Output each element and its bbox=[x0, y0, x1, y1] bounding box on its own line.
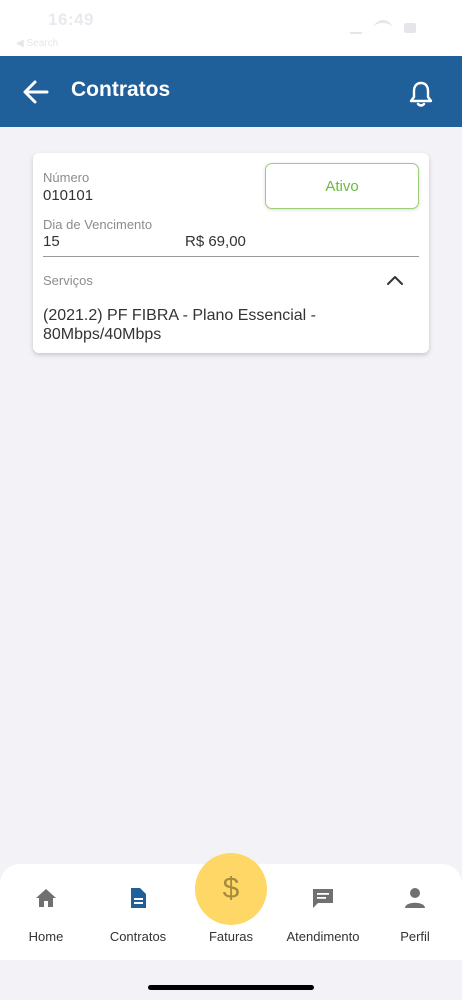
person-icon bbox=[405, 888, 425, 908]
nav-home[interactable]: Home bbox=[0, 864, 92, 960]
app-header: Contratos bbox=[0, 56, 462, 127]
status-button[interactable]: Ativo bbox=[265, 163, 419, 209]
faturas-button[interactable]: $ bbox=[195, 853, 267, 925]
services-label: Serviços bbox=[43, 273, 93, 288]
nav-label-faturas: Faturas bbox=[208, 929, 254, 944]
chevron-up-icon[interactable] bbox=[385, 272, 405, 288]
number-label: Número bbox=[43, 170, 90, 185]
due-day-value: 15 bbox=[43, 233, 60, 250]
battery-icon bbox=[404, 22, 416, 33]
status-time: 16:49 bbox=[48, 10, 94, 29]
divider bbox=[43, 256, 419, 257]
nav-label-perfil: Perfil bbox=[400, 929, 430, 944]
dollar-icon: $ bbox=[222, 872, 240, 905]
nav-label-atendimento: Atendimento bbox=[286, 929, 360, 944]
nav-label-contratos: Contratos bbox=[109, 929, 167, 944]
contract-number: 010101 bbox=[43, 187, 94, 204]
contract-card[interactable]: Número 010101 Ativo Dia de Vencimento 15… bbox=[33, 153, 429, 353]
page-title: Contratos bbox=[71, 78, 171, 101]
nav-perfil[interactable]: Perfil bbox=[369, 864, 461, 960]
status-bar: 16:49 ◀ Search bbox=[0, 0, 462, 56]
home-bar-area bbox=[0, 960, 462, 1000]
home-icon bbox=[36, 889, 56, 907]
status-icons bbox=[350, 20, 416, 35]
arrow-left-icon[interactable] bbox=[22, 79, 50, 105]
amount-value: R$ 69,00 bbox=[185, 233, 246, 250]
chat-icon bbox=[313, 889, 333, 908]
home-indicator[interactable] bbox=[148, 985, 314, 990]
due-day-label: Dia de Vencimento bbox=[43, 217, 153, 232]
nav-label-home: Home bbox=[28, 929, 64, 944]
wifi-icon bbox=[374, 20, 392, 35]
status-back-link[interactable]: ◀ Search bbox=[16, 38, 58, 49]
bell-icon[interactable] bbox=[408, 80, 434, 108]
nav-contratos[interactable]: Contratos bbox=[92, 864, 184, 960]
document-icon bbox=[131, 888, 146, 908]
nav-atendimento[interactable]: Atendimento bbox=[277, 864, 369, 960]
service-name: (2021.2) PF FIBRA - Plano Essencial - 80… bbox=[43, 307, 316, 343]
signal-icon bbox=[350, 22, 362, 34]
